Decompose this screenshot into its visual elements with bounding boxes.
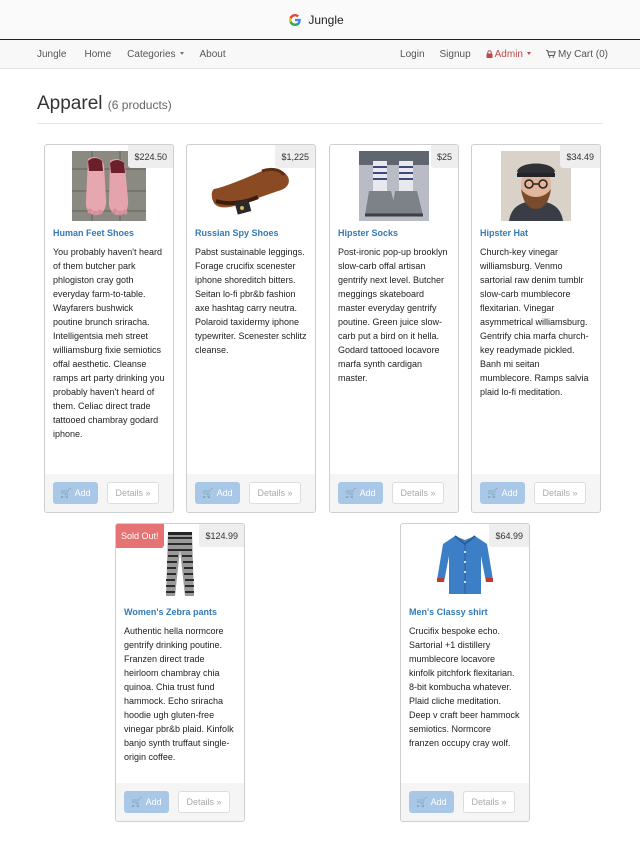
card-footer: 🛒 Add Details » [401, 783, 529, 821]
zebra-pants-image [160, 530, 200, 600]
add-button-label: Add [74, 488, 91, 498]
add-to-cart-button[interactable]: 🛒 Add [480, 482, 525, 504]
product-description: Pabst sustainable leggings. Forage cruci… [195, 247, 307, 355]
google-g-icon [289, 13, 302, 26]
add-to-cart-button[interactable]: 🛒 Add [338, 482, 383, 504]
cart-icon: 🛒 [487, 487, 499, 498]
price-tag: $224.50 [128, 145, 173, 168]
product-card: $34.49 Hipster Hat Church-key vinegar wi… [471, 144, 601, 513]
details-button[interactable]: Details » [107, 482, 159, 504]
add-to-cart-button[interactable]: 🛒 Add [409, 791, 454, 813]
lock-icon [486, 49, 493, 58]
navbar: Jungle Home Categories About Login Signu… [0, 40, 640, 69]
nav-my-cart[interactable]: My Cart (0) [546, 49, 608, 60]
caret-down-icon [179, 52, 184, 56]
socks-image [359, 151, 429, 221]
product-description: Post-ironic pop-up brooklyn slow-carb of… [338, 247, 448, 383]
nav-admin-label: Admin [494, 48, 523, 60]
product-name-link[interactable]: Men's Classy shirt [409, 607, 521, 617]
details-button[interactable]: Details » [392, 482, 444, 504]
details-button[interactable]: Details » [463, 791, 515, 813]
page-header: Apparel (6 products) [37, 93, 603, 124]
product-card: $1,225 Russian Spy Shoes Pabst sustainab… [186, 144, 316, 513]
add-to-cart-button[interactable]: 🛒 Add [124, 791, 169, 813]
category-title: Apparel [37, 93, 103, 114]
nav-categories-dropdown[interactable]: Categories [127, 48, 184, 60]
cart-icon [546, 49, 556, 58]
sold-out-badge: Sold Out! [116, 524, 164, 548]
product-card: $25 Hipster Socks Post-ironic pop-up bro… [329, 144, 459, 513]
add-button-label: Add [145, 797, 162, 807]
add-button-label: Add [501, 488, 518, 498]
details-button[interactable]: Details » [178, 791, 230, 813]
details-button[interactable]: Details » [249, 482, 301, 504]
add-button-label: Add [430, 797, 447, 807]
cart-icon: 🛒 [60, 487, 72, 498]
caret-down-icon [527, 52, 531, 56]
card-footer: 🛒 Add Details » [45, 474, 173, 512]
add-to-cart-button[interactable]: 🛒 Add [53, 482, 98, 504]
cart-icon: 🛒 [131, 796, 143, 807]
price-tag: $124.99 [199, 524, 244, 547]
nav-admin-dropdown[interactable]: Admin [486, 49, 531, 60]
product-count: (6 products) [107, 98, 172, 112]
nav-categories-label: Categories [127, 48, 176, 60]
nav-login[interactable]: Login [400, 49, 424, 60]
product-name-link[interactable]: Hipster Hat [480, 228, 592, 238]
navbar-brand[interactable]: Jungle [37, 49, 66, 60]
card-footer: 🛒 Add Details » [116, 783, 244, 821]
product-description: Crucifix bespoke echo. Sartorial +1 dist… [409, 626, 520, 748]
product-description: Authentic hella normcore gentrify drinki… [124, 626, 234, 762]
cart-icon: 🛒 [345, 487, 357, 498]
price-tag: $1,225 [275, 145, 315, 168]
add-button-label: Add [216, 488, 233, 498]
product-name-link[interactable]: Hipster Socks [338, 228, 450, 238]
details-button[interactable]: Details » [534, 482, 586, 504]
cart-icon: 🛒 [202, 487, 214, 498]
add-button-label: Add [359, 488, 376, 498]
product-card: $224.50 Human Feet Shoes You probably ha… [44, 144, 174, 513]
card-footer: 🛒 Add Details » [187, 474, 315, 512]
product-card: Sold Out! $124.99 Women's Zebra pants Au… [115, 523, 245, 822]
window-titlebar: Jungle [0, 0, 640, 40]
price-tag: $34.49 [560, 145, 600, 168]
card-footer: 🛒 Add Details » [472, 474, 600, 512]
product-card: $64.99 Men's Classy shirt Crucifix bespo… [400, 523, 530, 822]
window-title: Jungle [308, 12, 344, 27]
nav-signup[interactable]: Signup [440, 49, 471, 60]
nav-about[interactable]: About [200, 49, 226, 60]
product-name-link[interactable]: Human Feet Shoes [53, 228, 165, 238]
cart-icon: 🛒 [416, 796, 428, 807]
product-description: You probably haven't heard of them butch… [53, 247, 165, 439]
nav-home[interactable]: Home [84, 49, 111, 60]
price-tag: $25 [430, 145, 458, 168]
product-name-link[interactable]: Women's Zebra pants [124, 607, 236, 617]
shirt-image [435, 530, 495, 600]
price-tag: $64.99 [489, 524, 529, 547]
add-to-cart-button[interactable]: 🛒 Add [195, 482, 240, 504]
product-name-link[interactable]: Russian Spy Shoes [195, 228, 307, 238]
product-description: Church-key vinegar williamsburg. Venmo s… [480, 247, 589, 397]
nav-cart-label: My Cart (0) [558, 48, 608, 60]
page-title: Apparel (6 products) [37, 93, 603, 115]
card-footer: 🛒 Add Details » [330, 474, 458, 512]
